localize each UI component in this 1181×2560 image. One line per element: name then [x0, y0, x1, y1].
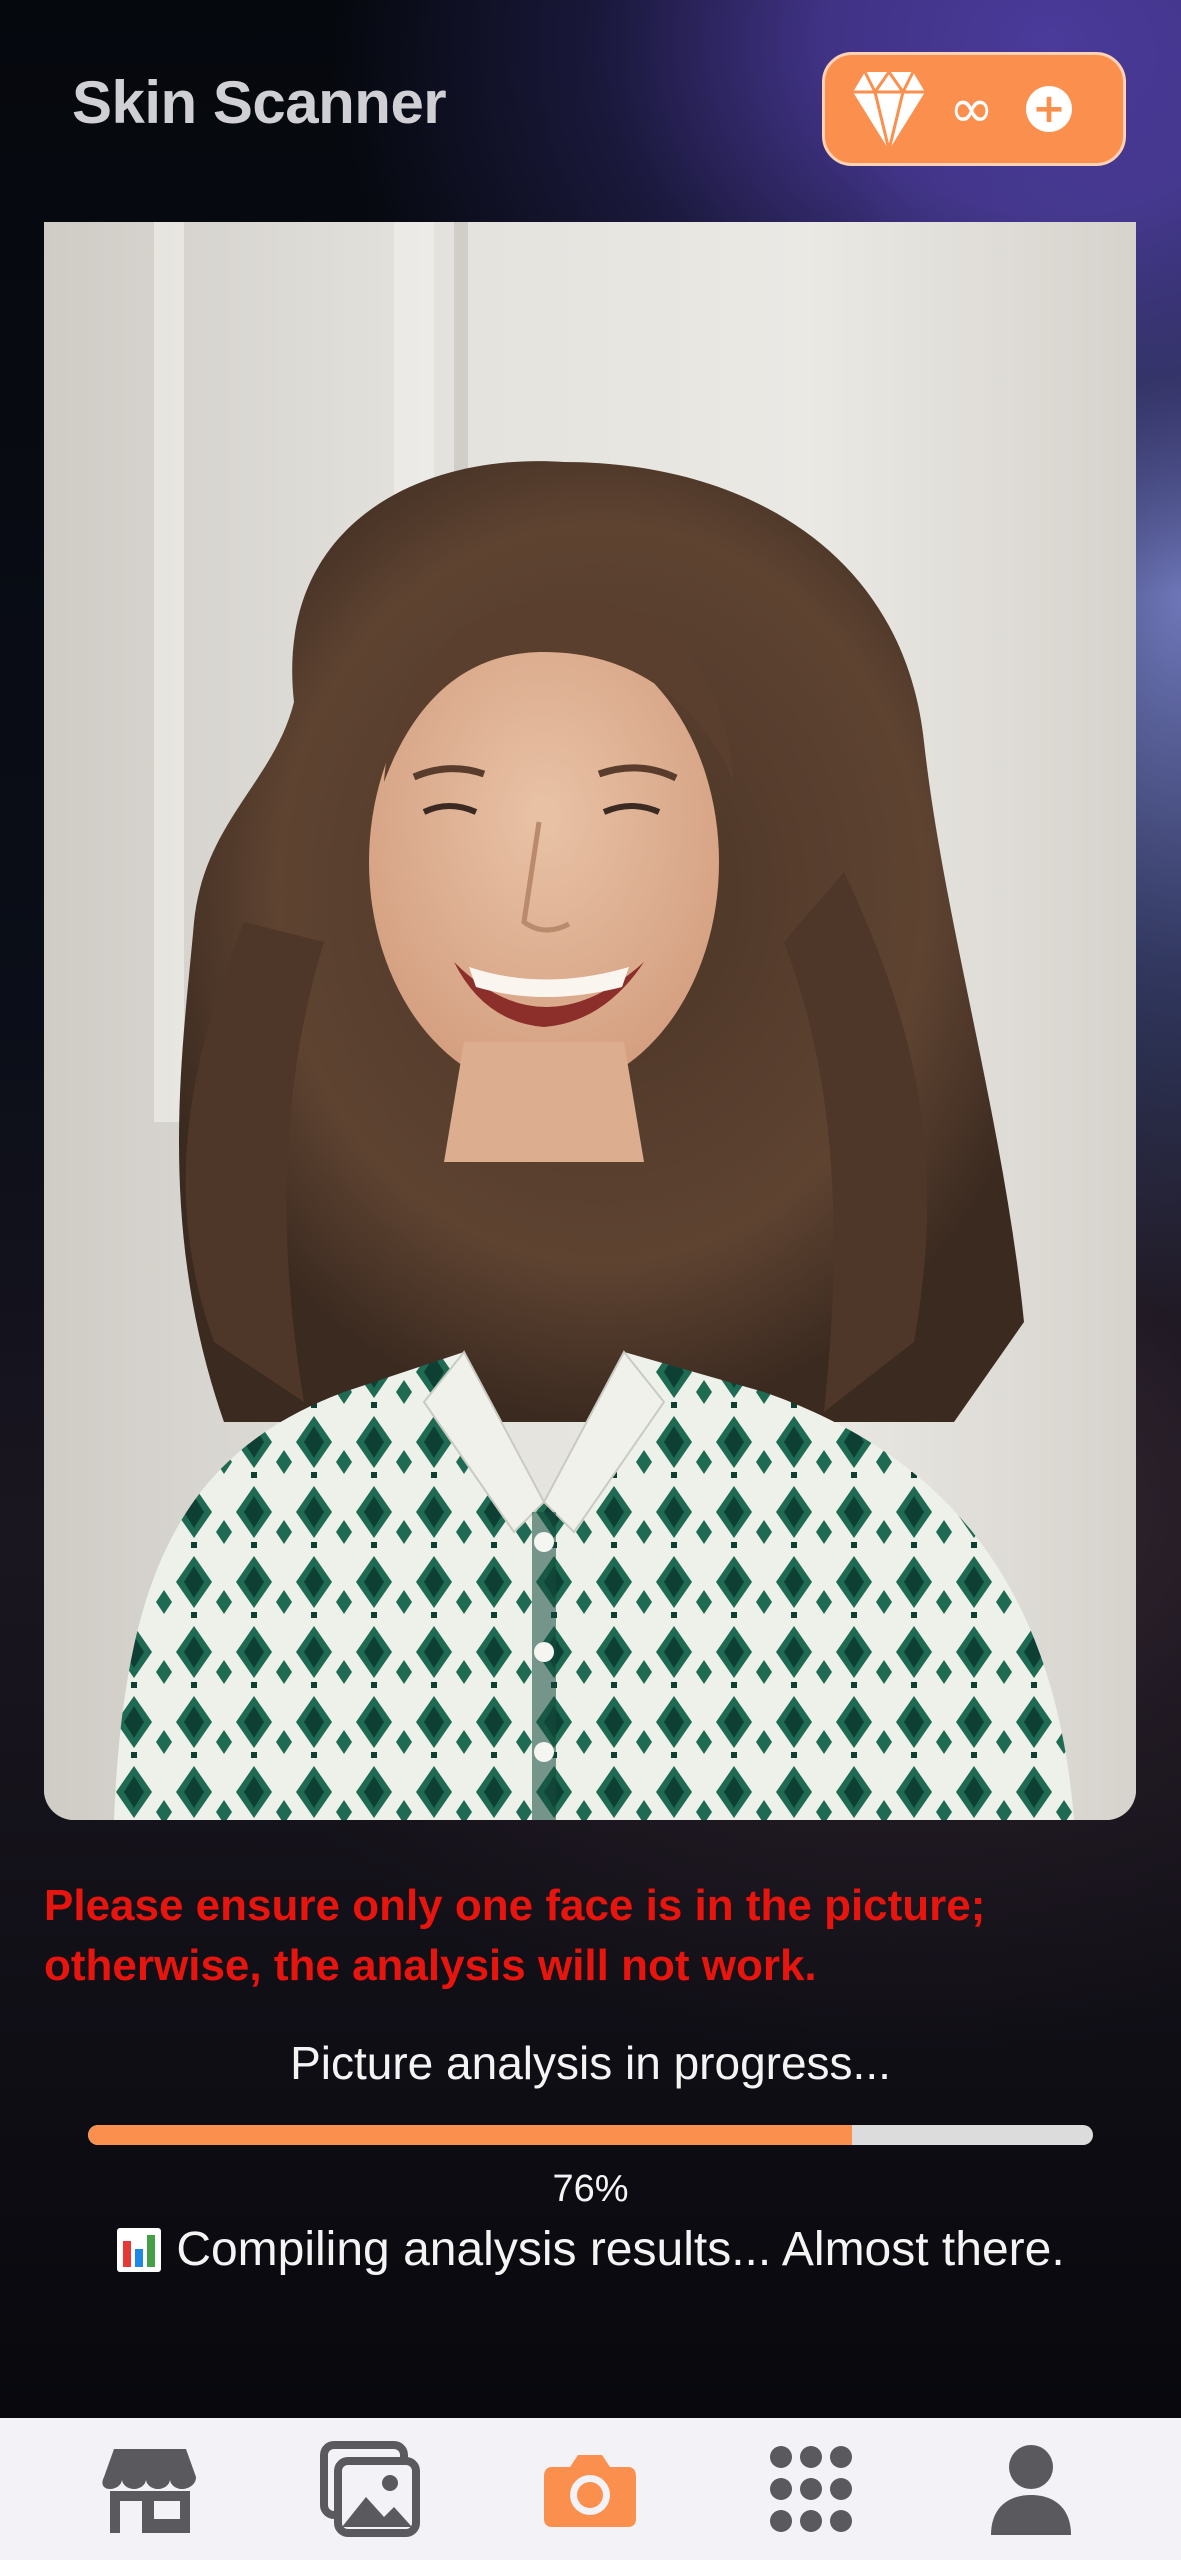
bar-chart-icon	[117, 2227, 162, 2272]
tab-store[interactable]	[90, 2434, 210, 2544]
store-icon	[102, 2449, 197, 2533]
portrait-image	[44, 222, 1136, 1820]
tab-apps[interactable]	[751, 2434, 871, 2544]
analysis-label: Picture analysis in progress...	[290, 2037, 891, 2089]
gallery-icon	[320, 2441, 421, 2537]
page-title: Skin Scanner	[72, 69, 447, 136]
tab-gallery[interactable]	[310, 2434, 430, 2544]
progress-bar	[88, 2125, 1093, 2145]
credits-button[interactable]: ∞ +	[822, 52, 1126, 166]
plus-circle-icon[interactable]: +	[1025, 86, 1072, 132]
app-screen: Skin Scanner ∞ + Please ensure only one …	[0, 0, 1181, 2560]
status-message: Compiling analysis results... Almost the…	[0, 2222, 1181, 2277]
profile-icon	[990, 2445, 1071, 2535]
grid-icon	[769, 2446, 852, 2532]
bottom-tab-bar	[0, 2418, 1181, 2560]
credits-value: ∞	[949, 77, 994, 140]
tab-camera[interactable]	[530, 2434, 650, 2544]
user-photo	[44, 222, 1136, 1820]
status-text: Compiling analysis results... Almost the…	[176, 2223, 1065, 2276]
progress-bar-fill	[88, 2125, 852, 2145]
progress-percent: 76%	[552, 2168, 629, 2210]
tab-profile[interactable]	[971, 2434, 1091, 2544]
diamond-icon	[853, 69, 925, 151]
camera-icon	[544, 2455, 637, 2527]
warning-message: Please ensure only one face is in the pi…	[44, 1881, 986, 1990]
